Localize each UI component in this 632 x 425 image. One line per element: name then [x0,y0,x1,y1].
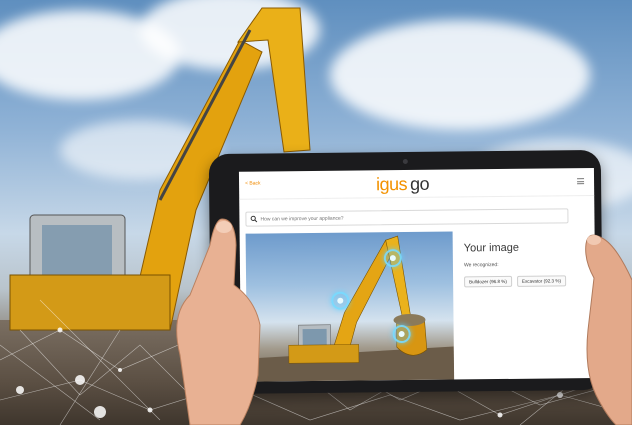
detection-hotspot-arm[interactable] [383,249,402,268]
tag-bulldozer[interactable]: Bulldozer (96.8 %) [464,275,512,288]
back-link[interactable]: < Back [245,181,260,187]
search-bar[interactable] [245,208,569,227]
search-input[interactable] [260,212,551,223]
logo-word: igus [375,173,408,195]
excavator-photo [246,235,455,382]
detection-hotspot-boom[interactable] [331,291,350,310]
right-hand [585,234,632,425]
tag-excavator[interactable]: Excavator (92.3 %) [516,275,567,287]
app-screen: < Back igus go How can we improve your a… [238,168,597,382]
camera-icon [402,158,408,165]
uploaded-image [245,231,455,382]
left-hand [176,218,261,425]
detection-hotspot-bucket[interactable] [392,324,411,344]
logo-suffix: go [410,173,430,194]
hamburger-menu-icon[interactable] [577,178,585,185]
app-header: < Back igus go [238,168,595,200]
igus-go-logo[interactable]: igus go [376,174,429,196]
